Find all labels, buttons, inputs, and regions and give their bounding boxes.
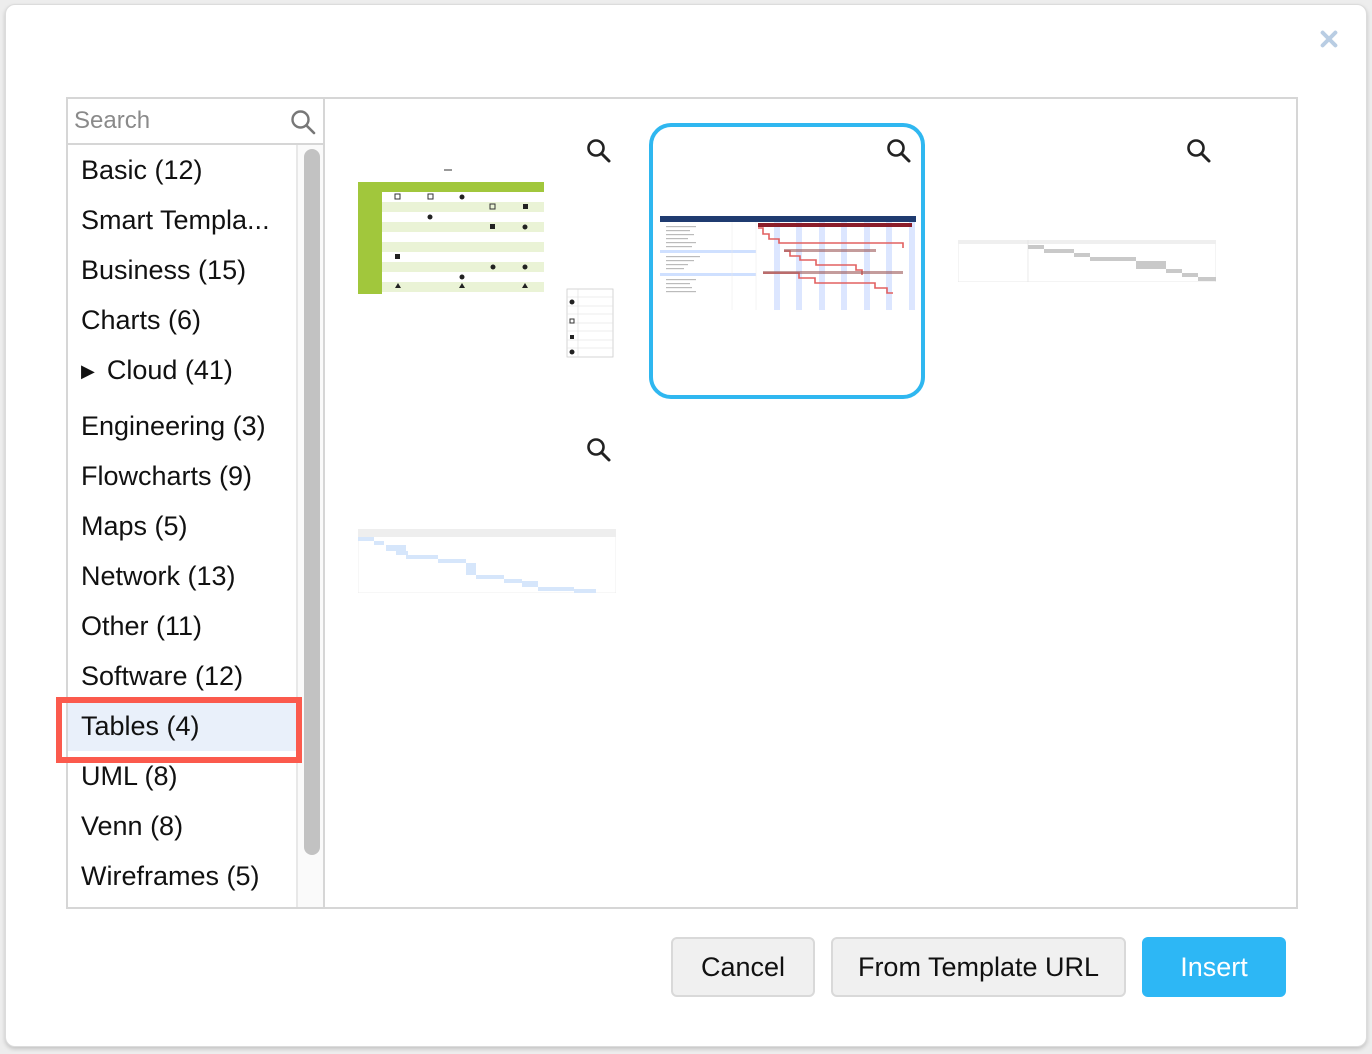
- category-tables[interactable]: Tables (4): [68, 701, 296, 751]
- category-label: Software (12): [81, 661, 244, 691]
- category-label: Basic (12): [81, 155, 203, 185]
- category-label: Charts (6): [81, 305, 202, 335]
- close-icon[interactable]: [1314, 24, 1344, 54]
- category-wireframes[interactable]: Wireframes (5): [68, 851, 296, 901]
- category-smart-templates[interactable]: Smart Templa...: [68, 195, 296, 245]
- category-label: Flowcharts (9): [81, 461, 253, 491]
- category-flowcharts[interactable]: Flowcharts (9): [68, 451, 296, 501]
- magnifier-icon[interactable]: [886, 138, 912, 164]
- category-label: Venn (8): [81, 811, 184, 841]
- template-tile-blue-timeline[interactable]: [349, 422, 625, 698]
- category-label: Business (15): [81, 255, 247, 285]
- cancel-button[interactable]: Cancel: [671, 937, 815, 997]
- category-engineering[interactable]: Engineering (3): [68, 401, 296, 451]
- category-sidebar: Basic (12) Smart Templa... Business (15)…: [66, 97, 325, 909]
- blue-timeline-preview: [358, 529, 616, 593]
- category-network[interactable]: Network (13): [68, 551, 296, 601]
- category-label: Maps (5): [81, 511, 188, 541]
- category-label: Wireframes (5): [81, 861, 260, 891]
- search-input[interactable]: [74, 105, 284, 137]
- category-label: Tables (4): [81, 711, 200, 741]
- category-venn[interactable]: Venn (8): [68, 801, 296, 851]
- category-software[interactable]: Software (12): [68, 651, 296, 701]
- template-tile-project-gantt[interactable]: [649, 123, 925, 399]
- sidebar-scrollbar[interactable]: [296, 145, 323, 907]
- category-uml[interactable]: UML (8): [68, 751, 296, 801]
- category-maps[interactable]: Maps (5): [68, 501, 296, 551]
- triangle-right-icon[interactable]: ▶: [81, 361, 95, 381]
- category-business[interactable]: Business (15): [68, 245, 296, 295]
- search-icon[interactable]: [290, 109, 316, 135]
- category-label: Network (13): [81, 561, 236, 591]
- category-other[interactable]: Other (11): [68, 601, 296, 651]
- template-gallery: [325, 97, 1298, 909]
- category-label: UML (8): [81, 761, 178, 791]
- category-charts[interactable]: Charts (6): [68, 295, 296, 345]
- from-template-url-button[interactable]: From Template URL: [831, 937, 1126, 997]
- magnifier-icon[interactable]: [586, 138, 612, 164]
- category-cloud[interactable]: ▶ Cloud (41): [68, 345, 296, 395]
- template-tile-gray-gantt[interactable]: [949, 123, 1225, 399]
- category-list: Basic (12) Smart Templa... Business (15)…: [68, 145, 296, 907]
- magnifier-icon[interactable]: [1186, 138, 1212, 164]
- search-box: [68, 99, 323, 145]
- gray-gantt-preview: [958, 240, 1216, 282]
- template-tile-symbol-matrix[interactable]: [349, 123, 625, 399]
- project-gantt-preview: [660, 216, 916, 310]
- magnifier-icon[interactable]: [586, 437, 612, 463]
- category-label: Smart Templa...: [81, 205, 270, 235]
- symbol-matrix-preview: [358, 169, 614, 358]
- category-label: Cloud (41): [106, 355, 233, 385]
- category-basic[interactable]: Basic (12): [68, 145, 296, 195]
- category-label: Engineering (3): [81, 411, 266, 441]
- category-label: Other (11): [81, 611, 203, 641]
- insert-button[interactable]: Insert: [1142, 937, 1286, 997]
- scrollbar-thumb[interactable]: [304, 149, 320, 855]
